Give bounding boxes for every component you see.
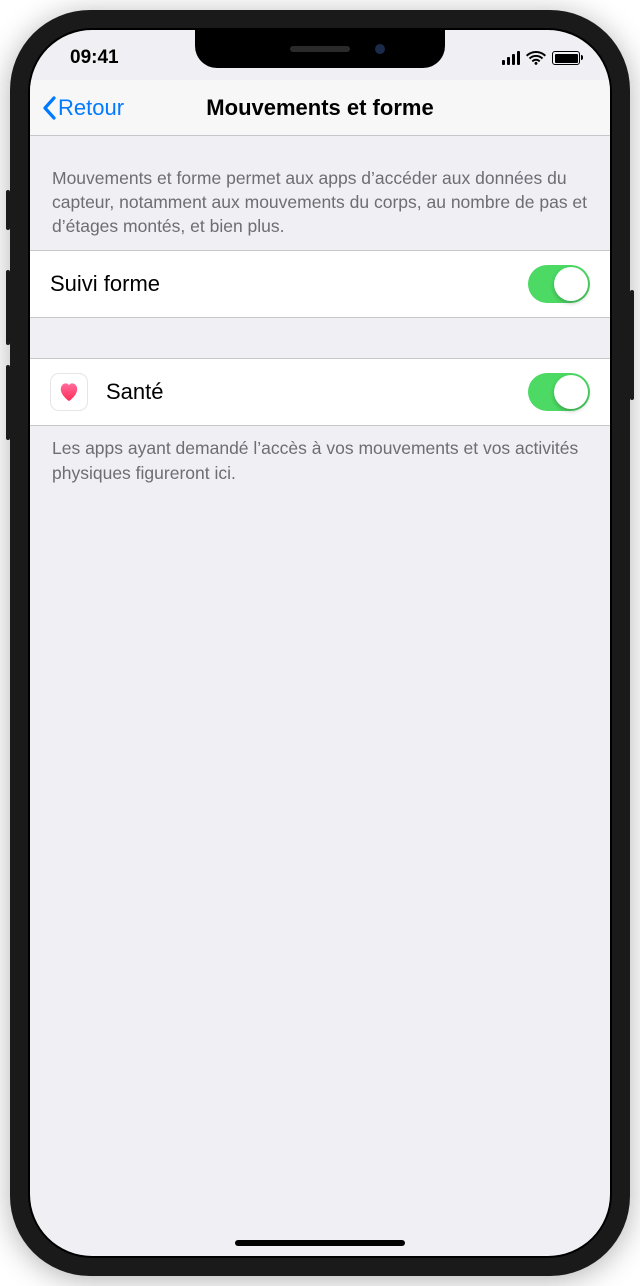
- home-indicator[interactable]: [235, 1240, 405, 1246]
- settings-content: Mouvements et forme permet aux apps d’ac…: [30, 136, 610, 497]
- heart-icon: [58, 382, 80, 402]
- fitness-tracking-row[interactable]: Suivi forme: [30, 250, 610, 318]
- navigation-bar: Retour Mouvements et forme: [30, 80, 610, 136]
- back-label: Retour: [58, 95, 124, 121]
- screen: 09:41: [30, 30, 610, 1256]
- cellular-signal-icon: [502, 51, 521, 65]
- battery-icon: [552, 51, 580, 65]
- notch: [195, 30, 445, 68]
- fitness-tracking-toggle[interactable]: [528, 265, 590, 303]
- page-title: Mouvements et forme: [206, 95, 433, 121]
- iphone-device-frame: 09:41: [10, 10, 630, 1276]
- health-app-row[interactable]: Santé: [30, 358, 610, 426]
- section-footer: Les apps ayant demandé l’accès à vos mou…: [30, 426, 610, 496]
- volume-down-button: [6, 365, 10, 440]
- speaker-grille: [290, 46, 350, 52]
- health-app-label: Santé: [106, 379, 528, 405]
- mute-switch: [6, 190, 10, 230]
- status-time: 09:41: [70, 47, 119, 69]
- health-app-toggle[interactable]: [528, 373, 590, 411]
- health-app-icon: [50, 373, 88, 411]
- volume-up-button: [6, 270, 10, 345]
- chevron-left-icon: [42, 96, 56, 120]
- section-description: Mouvements et forme permet aux apps d’ac…: [30, 136, 610, 250]
- fitness-tracking-label: Suivi forme: [50, 271, 528, 297]
- side-button: [630, 290, 634, 400]
- back-button[interactable]: Retour: [42, 95, 124, 121]
- front-camera: [375, 44, 385, 54]
- wifi-icon: [526, 51, 546, 65]
